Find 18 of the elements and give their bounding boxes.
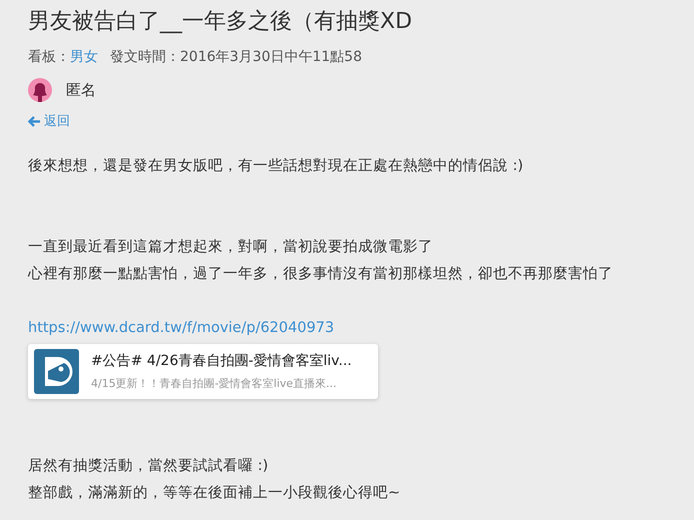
back-arrow-icon	[28, 116, 40, 126]
avatar-icon	[28, 78, 52, 102]
paragraph-line: 居然有抽獎活動，當然要試試看囉 :)	[28, 456, 270, 476]
card-title: #公告# 4/26青春自拍團-愛情會客室liv...	[91, 352, 352, 370]
paragraph-line: 心裡有那麼一點點害怕，過了一年多，很多事情沒有當初那樣坦然，卻也不再那麼害怕了	[28, 264, 614, 284]
card-excerpt: 4/15更新！！青春自拍團-愛情會客室live直播來...	[91, 376, 338, 390]
logo-icon	[34, 348, 79, 394]
back-link[interactable]: 返回	[28, 112, 70, 130]
board-link[interactable]: 男女	[70, 48, 98, 66]
post-link[interactable]: https://www.dcard.tw/f/movie/p/62040973	[28, 314, 666, 342]
post-title: 男友被告白了__一年多之後（有抽獎XD	[28, 8, 414, 36]
paragraph-line: 後來想想，還是發在男女版吧，有一些話想對現在正處在熱戀中的情侶說 :)	[28, 156, 524, 176]
paragraph-line: 一直到最近看到這篇才想起來，對啊，當初說要拍成微電影了	[28, 238, 434, 256]
post-time: 發文時間：2016年3月30日中午11點58	[110, 48, 362, 66]
author-name: 匿名	[66, 80, 96, 100]
paragraph-line: 整部戲，滿滿新的，等等在後面補上一小段觀後心得吧~	[28, 484, 402, 502]
link-preview-card[interactable]: #公告# 4/26青春自拍團-愛情會客室liv... 4/15更新！！青春自拍團-愛情會客室live直播來...	[28, 344, 378, 398]
board-label: 看板：	[28, 48, 70, 66]
